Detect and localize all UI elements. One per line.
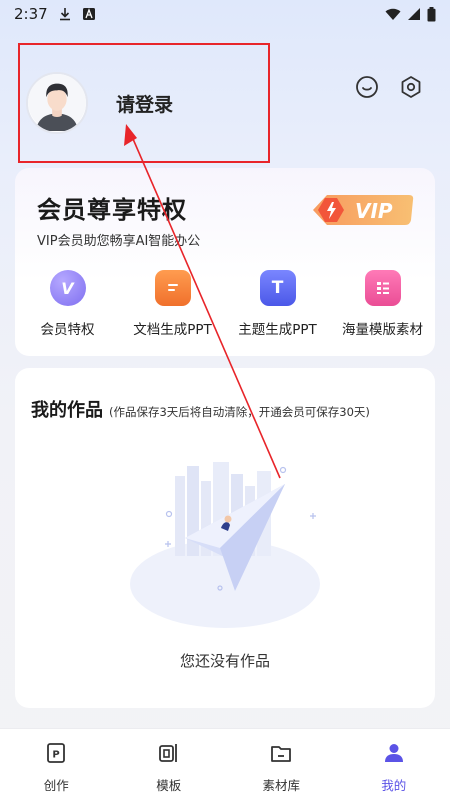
folder-icon bbox=[269, 741, 293, 769]
nav-templates[interactable]: 模板 bbox=[113, 729, 226, 800]
empty-state-text: 您还没有作品 bbox=[179, 652, 270, 670]
download-icon bbox=[58, 7, 72, 21]
feature-label: 主题生成PPT bbox=[238, 322, 317, 338]
template-icon bbox=[157, 741, 181, 769]
a-icon bbox=[82, 7, 96, 21]
feature-label: 文档生成PPT bbox=[133, 322, 212, 338]
vip-subtitle: VIP会员助您畅享AI智能办公 bbox=[37, 234, 201, 249]
feature-theme-to-ppt[interactable]: T 主题生成PPT bbox=[225, 270, 330, 338]
person-icon bbox=[382, 741, 406, 769]
vip-badge-text: VIP bbox=[355, 199, 393, 223]
feature-member-privileges[interactable]: V 会员特权 bbox=[15, 270, 120, 338]
template-list-icon bbox=[364, 270, 401, 306]
highlight-box bbox=[18, 43, 270, 163]
svg-text:P: P bbox=[53, 750, 60, 761]
smiley-icon[interactable] bbox=[354, 74, 380, 100]
nav-label: 我的 bbox=[381, 778, 407, 793]
top-actions bbox=[354, 74, 424, 100]
p-square-icon: P bbox=[44, 741, 68, 769]
vip-features: V 会员特权 文档生成PPT T 主题生成PPT 海量模版素材 bbox=[15, 270, 435, 338]
document-icon bbox=[154, 270, 191, 306]
feature-template-assets[interactable]: 海量模版素材 bbox=[330, 270, 435, 338]
signal-icon bbox=[407, 7, 421, 21]
bottom-nav: P 创作 模板 素材库 我的 bbox=[0, 728, 450, 800]
works-header: 我的作品 (作品保存3天后将自动清除，开通会员可保存30天) bbox=[31, 396, 370, 422]
nav-label: 创作 bbox=[43, 778, 69, 793]
vip-card[interactable]: 会员尊享特权 VIP会员助您畅享AI智能办公 VIP V 会员特权 文档生成PP… bbox=[15, 168, 435, 356]
nav-label: 模板 bbox=[156, 778, 182, 793]
empty-illustration bbox=[125, 456, 335, 635]
feature-doc-to-ppt[interactable]: 文档生成PPT bbox=[120, 270, 225, 338]
t-icon: T bbox=[259, 270, 296, 306]
works-card: 我的作品 (作品保存3天后将自动清除，开通会员可保存30天) 您还没有作品 bbox=[15, 368, 435, 708]
status-bar: 2:37 bbox=[0, 0, 450, 28]
nav-label: 素材库 bbox=[262, 778, 300, 793]
settings-hexagon-icon[interactable] bbox=[398, 74, 424, 100]
works-title: 我的作品 bbox=[31, 400, 103, 421]
nav-create[interactable]: P 创作 bbox=[0, 729, 113, 800]
feature-label: 会员特权 bbox=[40, 322, 95, 338]
status-time: 2:37 bbox=[14, 5, 48, 23]
nav-assets[interactable]: 素材库 bbox=[225, 729, 338, 800]
feature-label: 海量模版素材 bbox=[342, 322, 423, 338]
vip-badge[interactable]: VIP bbox=[311, 192, 415, 232]
nav-mine[interactable]: 我的 bbox=[338, 729, 450, 800]
v-icon: V bbox=[49, 270, 86, 306]
battery-icon bbox=[427, 6, 436, 22]
wifi-icon bbox=[385, 7, 401, 21]
vip-title: 会员尊享特权 bbox=[37, 196, 187, 224]
works-note: (作品保存3天后将自动清除，开通会员可保存30天) bbox=[109, 405, 370, 419]
